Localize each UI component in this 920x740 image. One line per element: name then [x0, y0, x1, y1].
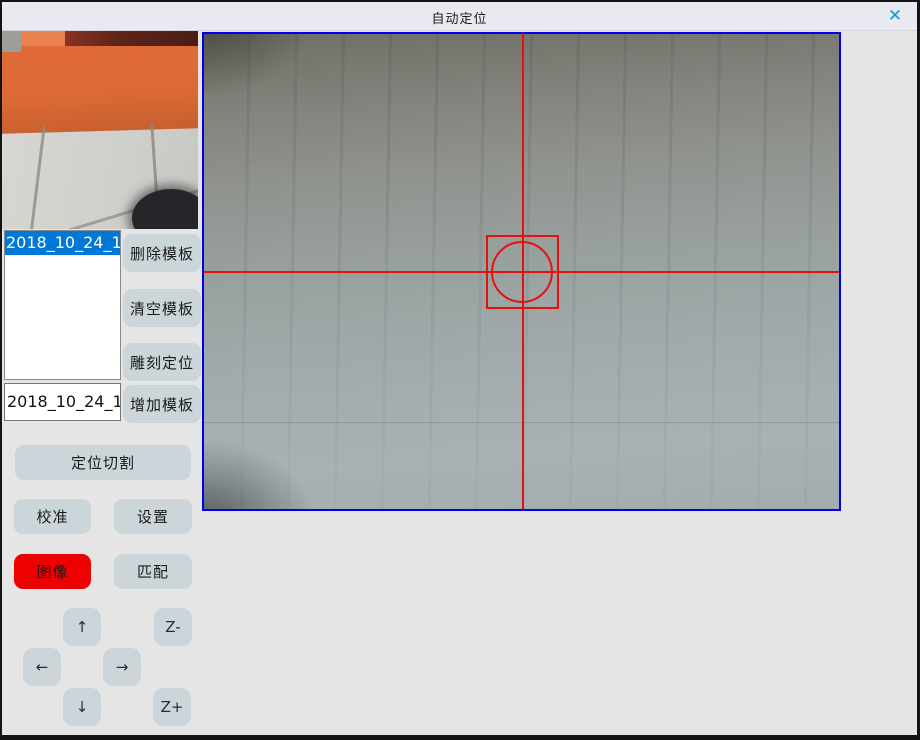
- thumbnail-tile-line: [29, 126, 45, 229]
- calibrate-button[interactable]: 校准: [14, 499, 91, 534]
- template-list-item-selected[interactable]: 2018_10_24_11: [5, 231, 120, 255]
- thumbnail-orange-block: [21, 31, 65, 46]
- clear-templates-button[interactable]: 清空模板: [123, 289, 201, 327]
- jog-right-button[interactable]: →: [103, 648, 141, 686]
- z-plus-button[interactable]: Z+: [153, 688, 191, 726]
- thumbnail-dark-object: [132, 189, 198, 229]
- camera-live-view[interactable]: [202, 32, 841, 511]
- title-bar: 自动定位 ✕: [2, 2, 917, 31]
- jog-up-button[interactable]: ↑: [63, 608, 101, 646]
- delete-template-button[interactable]: 删除模板: [123, 234, 201, 272]
- thumbnail-orange-beam: [2, 38, 198, 134]
- position-cut-button[interactable]: 定位切割: [15, 445, 191, 480]
- jog-left-button[interactable]: ←: [23, 648, 61, 686]
- auto-position-dialog: 自动定位 ✕ 2018_10_24_11 2018_10_24_11 删除模板 …: [0, 0, 920, 740]
- thumbnail-dark-strip: [64, 31, 198, 46]
- target-circle-marker: [491, 241, 553, 303]
- template-thumbnail-image: [2, 31, 198, 229]
- image-button[interactable]: 图像: [14, 554, 91, 589]
- jog-down-button[interactable]: ↓: [63, 688, 101, 726]
- close-icon[interactable]: ✕: [883, 5, 907, 27]
- template-list[interactable]: 2018_10_24_11: [4, 230, 121, 380]
- template-name-input[interactable]: 2018_10_24_11: [4, 383, 121, 421]
- thumbnail-corner-patch: [2, 31, 21, 52]
- dialog-title: 自动定位: [2, 8, 917, 27]
- settings-button[interactable]: 设置: [114, 499, 192, 534]
- add-template-button[interactable]: 增加模板: [123, 385, 201, 423]
- z-minus-button[interactable]: Z-: [154, 608, 192, 646]
- match-button[interactable]: 匹配: [114, 554, 192, 589]
- engrave-position-button[interactable]: 雕刻定位: [123, 343, 201, 381]
